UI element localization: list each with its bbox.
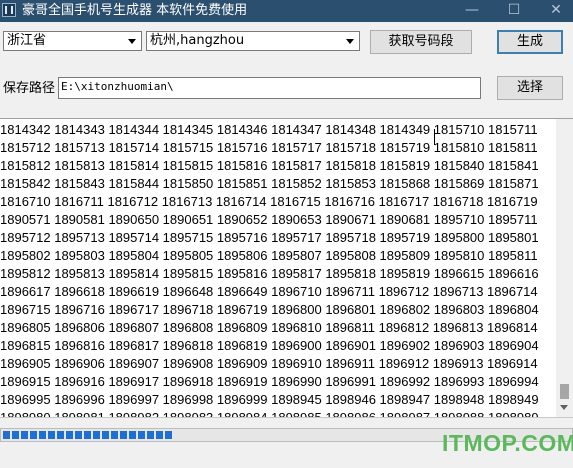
output-line: 1898980 1898981 1898982 1898983 1898984 … xyxy=(0,410,539,418)
output-line: 1896815 1896816 1896817 1896818 1896819 … xyxy=(0,338,539,353)
output-line: 1896805 1896806 1896807 1896808 1896809 … xyxy=(0,320,538,335)
output-scrollbar[interactable] xyxy=(556,119,573,417)
province-select-value: 浙江省 xyxy=(7,33,47,48)
save-path-input[interactable]: E:\xitonzhuomian\ xyxy=(58,77,481,99)
close-button[interactable]: ✕ xyxy=(539,0,573,22)
output-line: 1895802 1895803 1895804 1895805 1895806 … xyxy=(0,248,538,263)
save-path-label: 保存路径 xyxy=(3,81,56,96)
generate-button[interactable]: 生成 xyxy=(497,30,563,54)
chevron-down-icon[interactable] xyxy=(124,33,140,49)
output-line: 1816710 1816711 1816712 1816713 1816714 … xyxy=(0,194,538,209)
output-line: 1895812 1895813 1895814 1895815 1895816 … xyxy=(0,266,539,281)
city-select-value: 杭州,hangzhou xyxy=(150,33,245,48)
browse-button[interactable]: 选择 xyxy=(497,76,563,100)
city-select[interactable]: 杭州,hangzhou xyxy=(146,31,360,51)
watermark-logo: ITMOP.COM xyxy=(442,430,573,456)
scroll-down-icon[interactable] xyxy=(560,405,568,410)
number-output-area[interactable]: 1814342 1814343 1814344 1814345 1814346 … xyxy=(0,118,573,418)
chevron-down-icon[interactable] xyxy=(342,33,358,49)
province-select[interactable]: 浙江省 xyxy=(3,31,142,51)
output-line: 1896715 1896716 1896717 1896718 1896719 … xyxy=(0,302,539,317)
title-bar: 豪哥全国手机号生成器 本软件免费使用 — ☐ ✕ xyxy=(0,0,573,22)
output-line: 1895712 1895713 1895714 1895715 1895716 … xyxy=(0,230,539,245)
output-line: 1896915 1896916 1896917 1896918 1896919 … xyxy=(0,374,539,389)
output-line: 1815812 1815813 1815814 1815815 1815816 … xyxy=(0,158,539,173)
progress-bar-fill xyxy=(3,431,173,439)
output-line: 1896905 1896906 1896907 1896908 1896909 … xyxy=(0,356,538,371)
text-cursor xyxy=(434,129,435,145)
output-line: 1815712 1815713 1815714 1815715 1815716 … xyxy=(0,140,538,155)
output-line: 1896995 1896996 1896997 1896998 1896999 … xyxy=(0,392,539,407)
output-line: 1814342 1814343 1814344 1814345 1814346 … xyxy=(0,122,538,137)
minimize-button[interactable]: — xyxy=(455,0,489,22)
scrollbar-thumb[interactable] xyxy=(560,384,569,399)
output-line: 1815842 1815843 1815844 1815850 1815851 … xyxy=(0,176,539,191)
app-icon xyxy=(2,3,16,17)
output-line: 1890571 1890581 1890650 1890651 1890652 … xyxy=(0,212,538,227)
window-title: 豪哥全国手机号生成器 本软件免费使用 xyxy=(22,3,248,18)
output-line: 1896617 1896618 1896619 1896648 1896649 … xyxy=(0,284,538,299)
fetch-segments-button[interactable]: 获取号码段 xyxy=(370,30,472,54)
maximize-button[interactable]: ☐ xyxy=(497,0,531,22)
